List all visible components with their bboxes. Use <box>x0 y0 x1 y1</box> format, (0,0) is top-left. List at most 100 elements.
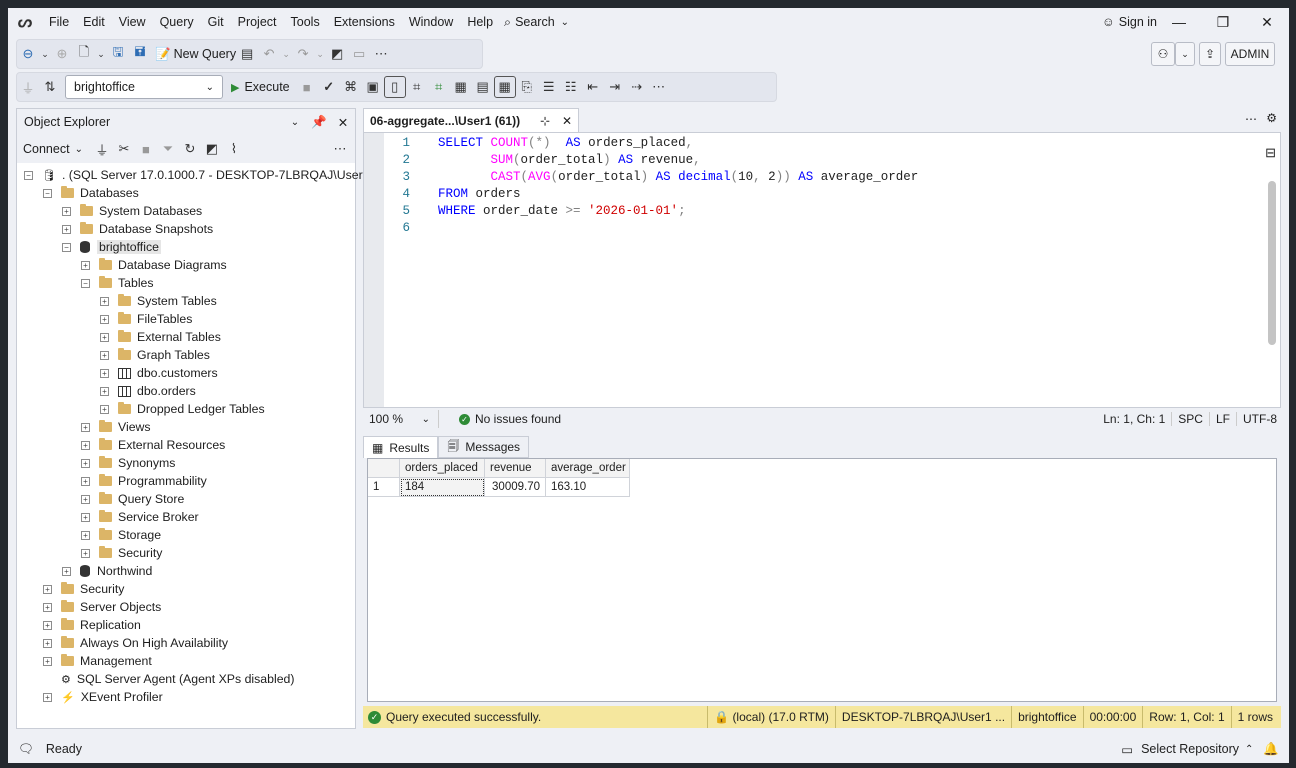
expand-icon[interactable]: + <box>81 548 90 558</box>
estimated-plan-icon[interactable]: ⌘ <box>340 76 362 98</box>
refresh-icon[interactable]: ↻ <box>179 138 201 160</box>
expand-icon[interactable]: + <box>62 224 71 234</box>
back-dropdown-icon[interactable]: ⌄ <box>39 43 51 65</box>
encoding-indicator[interactable]: UTF-8 <box>1236 412 1281 426</box>
code-line[interactable]: 1 SELECT COUNT(*) AS orders_placed, <box>388 135 918 152</box>
code-line[interactable]: 6 <box>388 220 918 237</box>
select-repository-button[interactable]: ▭ Select Repository ⌃ <box>1121 742 1253 757</box>
output-icon[interactable]: 🗨 <box>18 742 34 757</box>
pulse-icon[interactable]: ⌇ <box>223 138 245 160</box>
query-editor[interactable]: 1 SELECT COUNT(*) AS orders_placed, 2 SUM(… <box>363 132 1281 408</box>
collapse-icon[interactable]: − <box>62 242 71 252</box>
tree-node[interactable]: + Graph Tables <box>17 346 355 364</box>
more-icon[interactable]: ⋯ <box>370 43 392 65</box>
tree-node[interactable]: + Dropped Ledger Tables <box>17 400 355 418</box>
tree-node[interactable]: + dbo.orders <box>17 382 355 400</box>
expand-icon[interactable]: + <box>62 566 71 576</box>
code-line[interactable]: 4 FROM orders <box>388 186 918 203</box>
intellisense-icon[interactable]: ▯ <box>383 76 406 98</box>
tree-node[interactable]: + Service Broker <box>17 508 355 526</box>
admin-button[interactable]: ADMIN <box>1225 42 1275 66</box>
tree-node[interactable]: + Storage <box>17 526 355 544</box>
notifications-icon[interactable]: 🔔 <box>1263 742 1279 757</box>
available-databases-select[interactable]: brightoffice ⌄ <box>65 75 223 99</box>
expand-icon[interactable]: + <box>62 206 71 216</box>
forward-icon[interactable]: ⊕ <box>51 43 73 65</box>
new-query-button[interactable]: 📝 New Query <box>155 47 236 62</box>
results-to-text-icon[interactable]: ▤ <box>472 76 494 98</box>
connect-button[interactable]: Connect <box>23 142 70 156</box>
menu-item-extensions[interactable]: Extensions <box>327 8 402 36</box>
copilot-button[interactable]: ⚇ <box>1151 42 1175 66</box>
expand-icon[interactable]: + <box>100 296 109 306</box>
tree-node[interactable]: + Database Diagrams <box>17 256 355 274</box>
disconnect-icon[interactable]: ✂ <box>113 138 135 160</box>
minimize-button[interactable]: — <box>1157 8 1201 36</box>
code-line[interactable]: 3 CAST(AVG(order_total) AS decimal(10, 2… <box>388 169 918 186</box>
decrease-indent-icon[interactable]: ⇤ <box>582 76 604 98</box>
client-stats-icon[interactable]: ▦ <box>450 76 472 98</box>
parse-icon[interactable]: ✓ <box>318 76 340 98</box>
cancel-query-icon[interactable]: ■ <box>296 76 318 98</box>
menu-item-tools[interactable]: Tools <box>284 8 327 36</box>
undo-icon[interactable]: ↶ <box>258 43 280 65</box>
menu-item-edit[interactable]: Edit <box>76 8 112 36</box>
menu-item-window[interactable]: Window <box>402 8 460 36</box>
column-header[interactable]: average_order <box>546 459 630 478</box>
tree-node[interactable]: + Always On High Availability <box>17 634 355 652</box>
collapse-icon[interactable]: − <box>24 170 33 180</box>
search-menu[interactable]: ⌕ Search ⌄ <box>504 15 569 30</box>
redo-dropdown-icon[interactable]: ⌄ <box>314 43 326 65</box>
menu-item-help[interactable]: Help <box>460 8 500 36</box>
tree-node[interactable]: + Query Store <box>17 490 355 508</box>
tree-node[interactable]: + External Tables <box>17 328 355 346</box>
uncomment-icon[interactable]: ☷ <box>560 76 582 98</box>
line-ending-indicator[interactable]: LF <box>1208 412 1236 426</box>
gear-icon[interactable]: ⚙ <box>1266 111 1277 125</box>
increase-indent-icon[interactable]: ⇥ <box>604 76 626 98</box>
expand-icon[interactable]: + <box>81 422 90 432</box>
tree-node[interactable]: − Databases <box>17 184 355 202</box>
tree-node[interactable]: − Tables <box>17 274 355 292</box>
redo-icon[interactable]: ↷ <box>292 43 314 65</box>
close-window-button[interactable]: ✕ <box>1245 8 1289 36</box>
filter-icon[interactable]: ⏷ <box>157 138 179 160</box>
tree-node[interactable]: + Database Snapshots <box>17 220 355 238</box>
expand-icon[interactable]: + <box>100 404 109 414</box>
code-line[interactable]: 2 SUM(order_total) AS revenue, <box>388 152 918 169</box>
collapse-icon[interactable]: − <box>43 188 52 198</box>
expand-icon[interactable]: + <box>81 476 90 486</box>
menu-item-query[interactable]: Query <box>153 8 201 36</box>
tree-node[interactable]: − brightoffice <box>17 238 355 256</box>
tree-node[interactable]: + System Tables <box>17 292 355 310</box>
activity-monitor-icon[interactable]: ◩ <box>326 43 348 65</box>
column-header[interactable]: orders_placed <box>400 459 485 478</box>
new-file-dropdown-icon[interactable]: ⌄ <box>95 43 107 65</box>
tree-node[interactable]: + Northwind <box>17 562 355 580</box>
tree-node[interactable]: + External Resources <box>17 436 355 454</box>
cursor-position[interactable]: Ln: 1, Ch: 1 <box>1097 412 1171 426</box>
menu-item-git[interactable]: Git <box>201 8 231 36</box>
connect-icon[interactable]: ⏚ <box>17 76 39 98</box>
expand-icon[interactable]: + <box>81 440 90 450</box>
pin-icon[interactable]: ⊹ <box>534 114 556 128</box>
maximize-button[interactable]: ❐ <box>1201 8 1245 36</box>
tree-node[interactable]: + dbo.customers <box>17 364 355 382</box>
menu-item-view[interactable]: View <box>112 8 153 36</box>
more-icon[interactable]: ⋯ <box>329 138 351 160</box>
sign-in-button[interactable]: ☺ Sign in <box>1102 8 1157 36</box>
column-header[interactable]: revenue <box>485 459 546 478</box>
tree-node[interactable]: + Management <box>17 652 355 670</box>
pin-icon[interactable]: 📌 <box>307 115 331 130</box>
results-to-grid-icon[interactable]: ▦ <box>493 76 516 98</box>
close-icon[interactable]: ✕ <box>331 115 355 130</box>
close-tab-icon[interactable]: ✕ <box>556 114 578 128</box>
grid-cell[interactable]: 184 <box>400 478 485 497</box>
tab-messages[interactable]: 🗐 Messages <box>438 436 530 458</box>
stop-icon[interactable]: ■ <box>135 138 157 160</box>
tree-node[interactable]: + Replication <box>17 616 355 634</box>
expand-icon[interactable]: + <box>43 620 52 630</box>
connect-plug-icon[interactable]: ⏚ <box>91 138 113 160</box>
chevron-down-icon[interactable]: ⌄ <box>75 144 83 155</box>
tree-node[interactable]: + ⚡ XEvent Profiler <box>17 688 355 706</box>
